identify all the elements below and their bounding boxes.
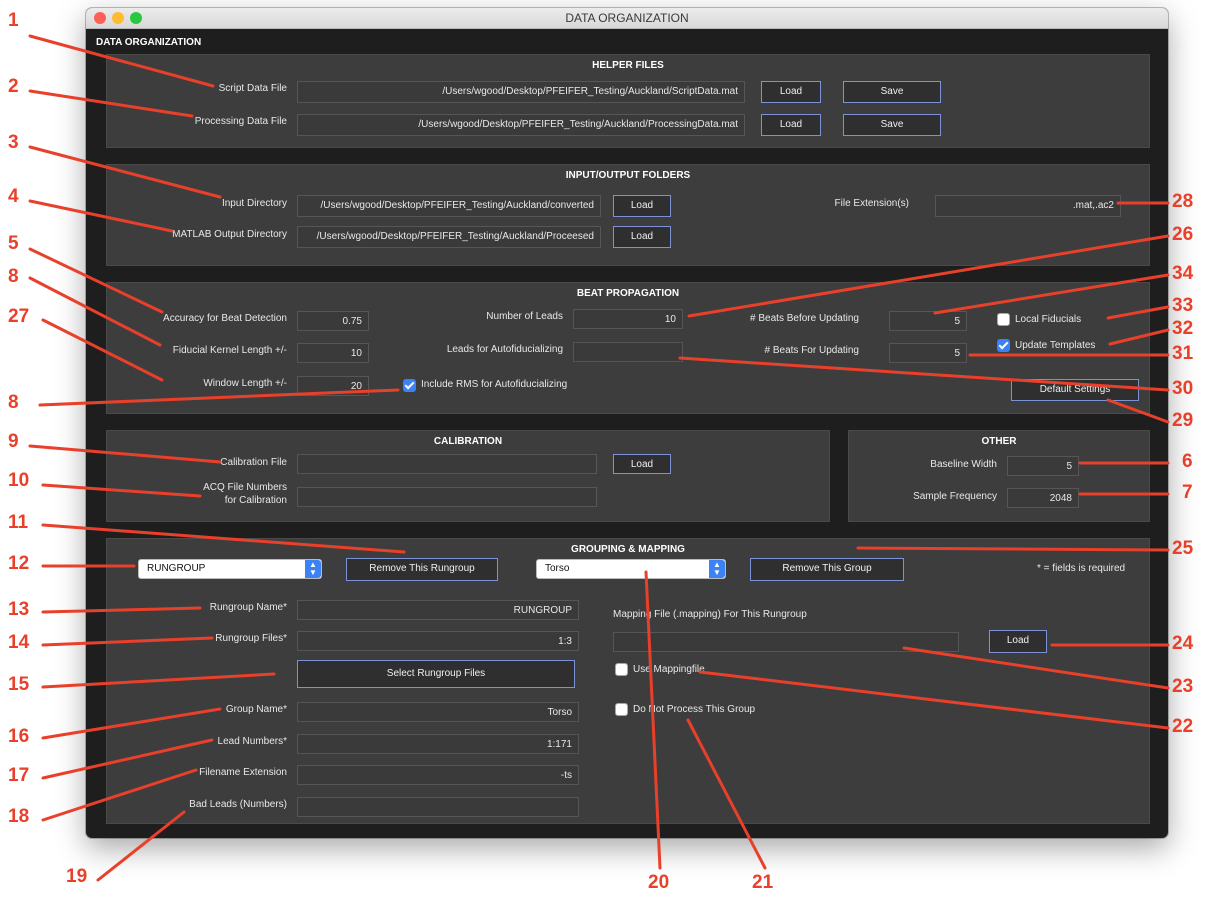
callout-number: 20 [648, 872, 670, 893]
callout-number: 11 [8, 512, 29, 533]
callout-line [41, 483, 202, 498]
callout-number: 17 [8, 765, 30, 786]
callout-line [678, 356, 1170, 392]
callout-lines [28, 34, 1170, 882]
callout-line [1106, 305, 1170, 320]
callout-number: 30 [1172, 378, 1194, 399]
callout-line [41, 523, 406, 554]
callout-line [28, 444, 222, 464]
callout-line [644, 570, 662, 870]
callout-number: 29 [1172, 410, 1194, 431]
callout-number: 16 [8, 726, 30, 747]
callout-line [1108, 328, 1170, 346]
callout-line [687, 234, 1170, 318]
callout-number: 8 [8, 266, 19, 287]
callout-number: 22 [1172, 716, 1194, 737]
callout-number: 6 [1182, 451, 1193, 472]
callout-line [1106, 398, 1170, 424]
callout-line [856, 546, 1170, 552]
callout-number: 21 [752, 872, 774, 893]
callout-number: 12 [8, 553, 30, 574]
callout-number: 23 [1172, 676, 1194, 697]
callout-number: 34 [1172, 263, 1194, 284]
callout-number: 32 [1172, 318, 1194, 339]
callout-line [28, 145, 222, 199]
callout-line [28, 89, 194, 118]
callout-line [28, 276, 162, 347]
callout-number: 10 [8, 470, 30, 491]
callout-number: 24 [1172, 633, 1194, 654]
callout-line [41, 672, 276, 689]
callout-line [38, 388, 400, 407]
callout-line [41, 707, 222, 740]
callout-number: 1 [8, 10, 19, 31]
callout-number: 18 [8, 806, 30, 827]
callout-number: 25 [1172, 538, 1194, 559]
callout-line [28, 247, 164, 314]
callout-number: 5 [8, 233, 19, 254]
callout-line [698, 670, 1170, 730]
callout-line [41, 636, 214, 647]
callout-line [933, 273, 1170, 315]
callout-number: 4 [8, 186, 19, 207]
callout-number: 33 [1172, 295, 1194, 316]
callout-number: 28 [1172, 191, 1194, 212]
callout-line [41, 318, 164, 382]
callout-number: 31 [1172, 343, 1194, 364]
callout-line [28, 34, 215, 88]
callout-line [28, 199, 174, 233]
callout-number: 15 [8, 674, 30, 695]
callout-number: 2 [8, 76, 19, 97]
callout-line [41, 606, 202, 614]
callout-number: 26 [1172, 224, 1194, 245]
callout-line [96, 810, 186, 882]
callout-number: 3 [8, 132, 19, 153]
callout-line [41, 768, 198, 822]
callout-number: 19 [66, 866, 88, 887]
callout-number: 14 [8, 632, 30, 653]
callout-number: 7 [1182, 482, 1193, 503]
callout-number: 8 [8, 392, 19, 413]
callout-line [686, 718, 767, 870]
callout-number: 27 [8, 306, 30, 327]
callout-number: 13 [8, 599, 30, 620]
callout-number: 9 [8, 431, 19, 452]
callout-line [902, 646, 1170, 690]
